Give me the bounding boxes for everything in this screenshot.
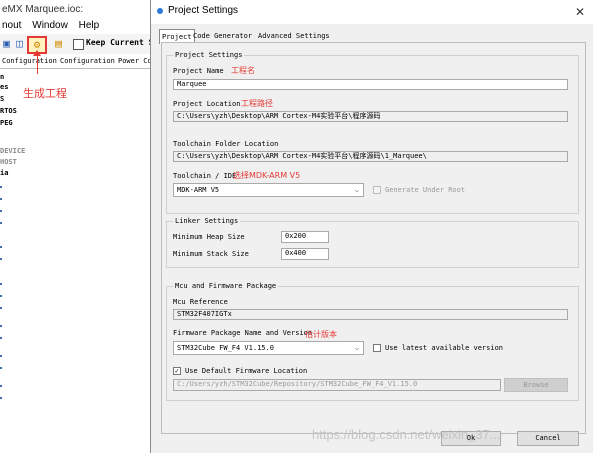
project-name-annotation: 工程名 xyxy=(231,66,255,75)
generate-project-annotation: 生成工程 xyxy=(23,87,67,100)
toolchain-folder-input[interactable]: C:\Users\yzh\Desktop\ARM Cortex-M4实验平台\程… xyxy=(173,151,568,162)
dialog-titlebar: Project Settings ✕ xyxy=(151,0,593,24)
menu-item-window[interactable]: Window xyxy=(30,20,68,31)
background-app-window: eMX Marquee.ioc: STM32F407IGTx nout Wind… xyxy=(0,0,168,453)
heap-size-input[interactable]: 0x200 xyxy=(281,231,329,243)
firmware-version-select[interactable]: STM32Cube FW_F4 V1.15.0 ⌵ xyxy=(173,341,364,355)
group-title: Mcu and Firmware Package xyxy=(173,282,279,290)
toolchain-ide-value: MDK-ARM V5 xyxy=(177,186,220,194)
tree-bullet xyxy=(0,325,2,327)
folder-icon[interactable]: ▤ xyxy=(52,38,65,50)
toolchain-ide-label: Toolchain / IDE xyxy=(173,172,237,180)
tree-bullet xyxy=(0,186,2,188)
toolchain-ide-select[interactable]: MDK-ARM V5 ⌵ xyxy=(173,183,364,197)
menu-item-help[interactable]: Help xyxy=(77,20,100,31)
tree-item[interactable]: n xyxy=(0,73,4,81)
toolchain-ide-annotation: 选择MDK-ARM V5 xyxy=(233,171,301,180)
use-latest-version-label: Use latest available version xyxy=(385,344,504,352)
use-default-location-label: Use Default Firmware Location xyxy=(185,367,308,375)
close-icon[interactable]: ✕ xyxy=(575,5,585,19)
tree-bullet xyxy=(0,337,2,339)
mcu-firmware-group: Mcu and Firmware Package Mcu Reference S… xyxy=(166,282,579,401)
tree-item[interactable]: HOST xyxy=(0,158,17,166)
save-all-icon[interactable]: ◫ xyxy=(13,38,26,50)
firmware-package-label: Firmware Package Name and Version xyxy=(173,329,313,337)
tree-bullet xyxy=(0,258,2,260)
project-settings-group: Project Settings Project Name 工程名 Marque… xyxy=(166,51,579,214)
use-default-location-checkbox[interactable]: ✓ xyxy=(173,367,181,375)
project-name-input[interactable]: Marquee xyxy=(173,79,568,90)
project-settings-dialog: Project Settings ✕ Project Code Generato… xyxy=(150,0,593,453)
project-location-label: Project Location xyxy=(173,100,241,108)
tree-bullet xyxy=(0,307,2,309)
tree-item[interactable]: PEG xyxy=(0,119,13,127)
chevron-down-icon: ⌵ xyxy=(354,344,359,352)
tree-bullet xyxy=(0,295,2,297)
stack-size-input[interactable]: 0x400 xyxy=(281,248,329,260)
tree-bullet xyxy=(0,222,2,224)
firmware-annotation: 估计版本 xyxy=(305,330,337,339)
project-name-label: Project Name xyxy=(173,67,224,75)
tree-bullet xyxy=(0,385,2,387)
tree-item[interactable]: RTOS xyxy=(0,107,17,115)
linker-settings-group: Linker Settings Minimum Heap Size 0x200 … xyxy=(166,217,579,268)
menu-item-nout[interactable]: nout xyxy=(0,20,21,31)
tree-bullet xyxy=(0,283,2,285)
tree-bullet xyxy=(0,355,2,357)
tab-configuration-2[interactable]: Configuration xyxy=(60,57,115,65)
save-icon[interactable]: ▣ xyxy=(0,38,13,50)
generate-under-root-label: Generate Under Root xyxy=(385,186,466,194)
tab-code-generator[interactable]: Code Generator xyxy=(191,30,254,42)
view-tabs: Configuration Configuration Power Con xyxy=(0,56,160,69)
keep-current-signals-checkbox[interactable] xyxy=(73,39,84,50)
tree-bullet xyxy=(0,198,2,200)
toolchain-folder-label: Toolchain Folder Location xyxy=(173,140,279,148)
tree-bullet xyxy=(0,397,2,399)
firmware-version-value: STM32Cube FW_F4 V1.15.0 xyxy=(177,344,274,352)
chevron-down-icon: ⌵ xyxy=(354,186,359,194)
watermark: https://blog.csdn.net/weixin_37... xyxy=(312,427,501,442)
tree-item[interactable]: S xyxy=(0,95,4,103)
app-icon xyxy=(157,8,163,14)
use-latest-version-checkbox[interactable] xyxy=(373,344,381,352)
group-title: Project Settings xyxy=(173,51,245,59)
mcu-reference-label: Mcu Reference xyxy=(173,298,228,306)
browse-button[interactable]: Browse xyxy=(504,378,568,392)
dialog-title: Project Settings xyxy=(168,5,239,16)
tree-item[interactable]: DEVICE xyxy=(0,147,25,155)
generate-under-root-checkbox[interactable] xyxy=(373,186,381,194)
tree-item[interactable]: ia xyxy=(0,169,8,177)
menu-bar: nout Window Help xyxy=(0,19,160,33)
tree-bullet xyxy=(0,210,2,212)
project-location-input[interactable]: C:\Users\yzh\Desktop\ARM Cortex-M4实验平台\程… xyxy=(173,111,568,122)
project-location-annotation: 工程路径 xyxy=(241,99,273,108)
app-title: eMX Marquee.ioc: STM32F407IGTx xyxy=(0,0,162,34)
cancel-button[interactable]: Cancel xyxy=(517,431,579,446)
firmware-location-input[interactable]: C:/Users/yzh/STM32Cube/Repository/STM32C… xyxy=(173,379,501,391)
tab-configuration-1[interactable]: Configuration xyxy=(2,57,57,65)
group-title: Linker Settings xyxy=(173,217,241,225)
tree-bullet xyxy=(0,367,2,369)
heap-size-label: Minimum Heap Size xyxy=(173,233,245,241)
tree-item[interactable]: es xyxy=(0,83,8,91)
annotation-arrow-line xyxy=(37,54,38,74)
tab-advanced-settings[interactable]: Advanced Settings xyxy=(256,30,332,42)
stack-size-label: Minimum Stack Size xyxy=(173,250,249,258)
tree-bullet xyxy=(0,246,2,248)
tab-content: Project Settings Project Name 工程名 Marque… xyxy=(161,42,586,434)
mcu-reference-input[interactable]: STM32F407IGTx xyxy=(173,309,568,320)
